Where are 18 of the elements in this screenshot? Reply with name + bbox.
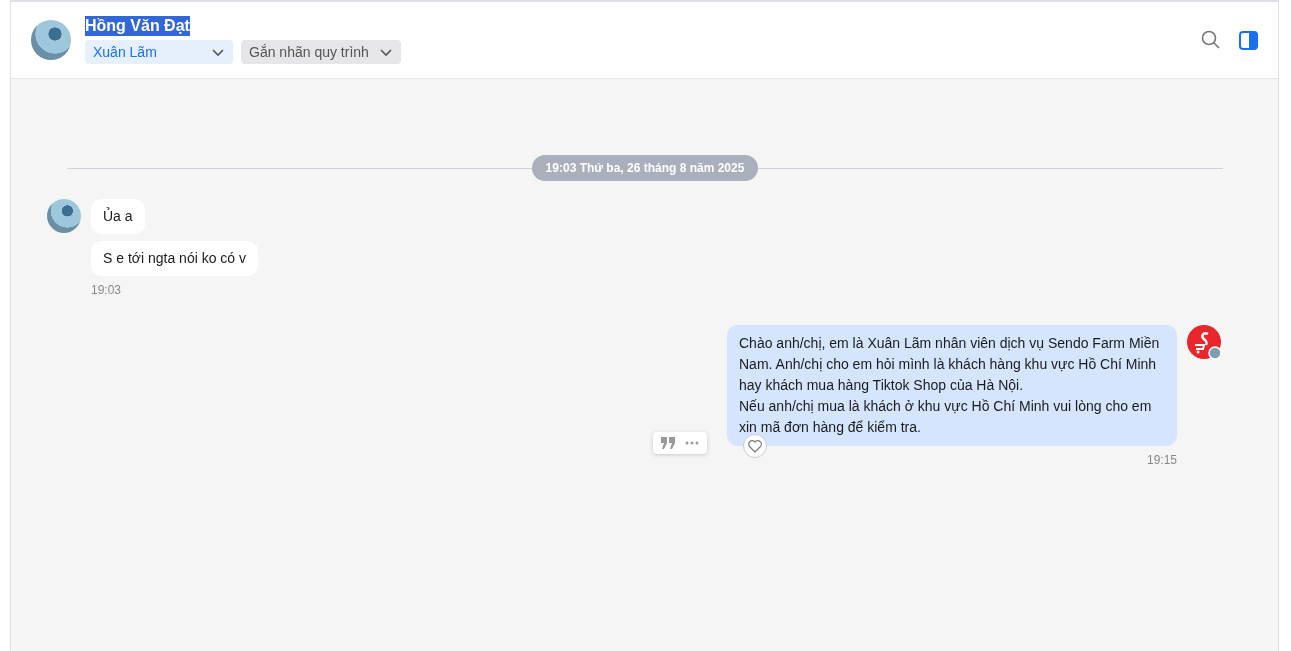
more-icon[interactable]: [685, 441, 699, 445]
quote-icon[interactable]: [661, 437, 675, 449]
avatar-photo-placeholder: [31, 20, 71, 60]
message-bubble: Chào anh/chị, em là Xuân Lãm nhân viên dịch vụ Sendo Farm Miền Nam. Anh/chị cho em hỏi mình là khách hàng khu vực Hồ Chí Minh hay khách mua hàng Tiktok Shop của Hà Nội. Nếu anh/chị mua là khách ở khu vực Hồ Chí Minh vui lòng cho em xin mã đơn hàng để kiểm tra.: [727, 325, 1177, 446]
search-icon[interactable]: [1201, 30, 1221, 50]
reaction-button[interactable]: [743, 434, 767, 458]
tag-dropdown[interactable]: Gắn nhãn quy trình: [241, 40, 401, 64]
message-time: 19:15: [1146, 453, 1177, 467]
shop-logo-icon: [1187, 325, 1223, 361]
contact-name: Hồng Văn Đạt: [85, 16, 190, 36]
message-time: 19:03: [91, 283, 122, 297]
avatar-photo-placeholder: [47, 199, 81, 233]
message-bubble: Ủa a: [91, 199, 145, 234]
heart-icon: [748, 439, 762, 453]
assignee-dropdown[interactable]: Xuân Lãm: [85, 40, 233, 64]
side-panel-icon[interactable]: [1239, 30, 1258, 50]
date-separator: 19:03 Thứ ba, 26 tháng 8 năm 2025: [531, 155, 759, 181]
message-bubble: S e tới ngta nói ko có v: [91, 241, 259, 276]
